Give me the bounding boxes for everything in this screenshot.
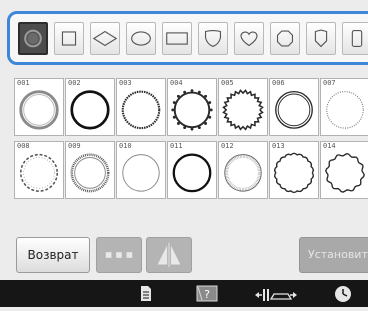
shape-selector-bar — [7, 11, 368, 65]
pattern-cell[interactable]: 008 — [14, 141, 64, 199]
pattern-cell[interactable]: 002 — [65, 78, 115, 136]
ellipse-icon — [131, 31, 151, 46]
pattern-cell[interactable]: 005 — [218, 78, 268, 136]
set-button[interactable]: Установить — [299, 237, 368, 273]
pattern-frame-preview — [326, 91, 364, 129]
pattern-frame-preview — [172, 153, 212, 193]
pattern-cell[interactable]: 010 — [116, 141, 166, 199]
repeat-layout-icon — [105, 252, 133, 258]
heart-icon — [240, 31, 258, 47]
pattern-cell[interactable]: 011 — [167, 141, 217, 199]
shape-button-circle[interactable] — [18, 22, 48, 55]
shape-button-shield[interactable] — [198, 22, 228, 55]
pattern-frame-preview — [19, 153, 59, 192]
pattern-cell[interactable]: 013 — [269, 141, 319, 199]
layout-button[interactable] — [96, 237, 142, 273]
shape-button-shield-alt[interactable] — [306, 22, 336, 55]
pattern-frame-preview — [70, 153, 110, 193]
svg-text:?: ? — [204, 288, 210, 301]
pattern-cell[interactable]: 006 — [269, 78, 319, 136]
shape-button-heart[interactable] — [234, 22, 264, 55]
octagon-icon — [276, 30, 294, 47]
presser-foot-icon[interactable] — [252, 280, 300, 307]
pattern-frame-preview — [224, 154, 262, 192]
mirror-button[interactable] — [146, 237, 192, 273]
pattern-frame-preview — [222, 89, 264, 131]
rounded-rect-icon — [351, 30, 363, 47]
pattern-cell[interactable]: 009 — [65, 141, 115, 199]
pattern-frame-preview — [274, 152, 314, 194]
shape-button-rectangle[interactable] — [162, 22, 192, 55]
pattern-grid: 001 002 003 004 005 006 007 008 009 010 011 012 013 0… — [14, 78, 368, 200]
pattern-frame-preview — [121, 90, 161, 130]
help-icon[interactable]: ? — [192, 280, 222, 307]
mirror-icon — [157, 242, 181, 268]
square-icon — [61, 31, 77, 46]
shield-icon — [204, 30, 222, 48]
clock-icon[interactable] — [332, 280, 354, 307]
shape-button-square[interactable] — [54, 22, 84, 55]
shape-button-ellipse[interactable] — [126, 22, 156, 55]
pattern-cell[interactable]: 007 — [320, 78, 368, 136]
pattern-cell[interactable]: 001 — [14, 78, 64, 136]
document-icon[interactable] — [138, 280, 154, 307]
pattern-frame-preview — [70, 90, 110, 130]
back-button[interactable]: Возврат — [16, 237, 90, 273]
status-bar: ? — [0, 280, 368, 307]
pattern-cell[interactable]: 014 — [320, 141, 368, 199]
shape-button-rounded-rect[interactable] — [342, 22, 368, 55]
pattern-cell[interactable]: 004 — [167, 78, 217, 136]
pattern-frame-preview — [171, 89, 213, 131]
pattern-frame-preview — [122, 154, 160, 192]
shape-button-octagon[interactable] — [270, 22, 300, 55]
pattern-cell[interactable]: 003 — [116, 78, 166, 136]
pattern-frame-preview — [19, 90, 59, 130]
pattern-frame-preview — [275, 90, 313, 129]
circle-icon — [24, 29, 42, 48]
pattern-frame-preview — [325, 152, 365, 193]
shape-button-diamond[interactable] — [90, 22, 120, 55]
pattern-cell[interactable]: 012 — [218, 141, 268, 199]
rectangle-icon — [166, 32, 188, 45]
diamond-icon — [92, 30, 118, 47]
shield-alt-icon — [314, 29, 328, 48]
